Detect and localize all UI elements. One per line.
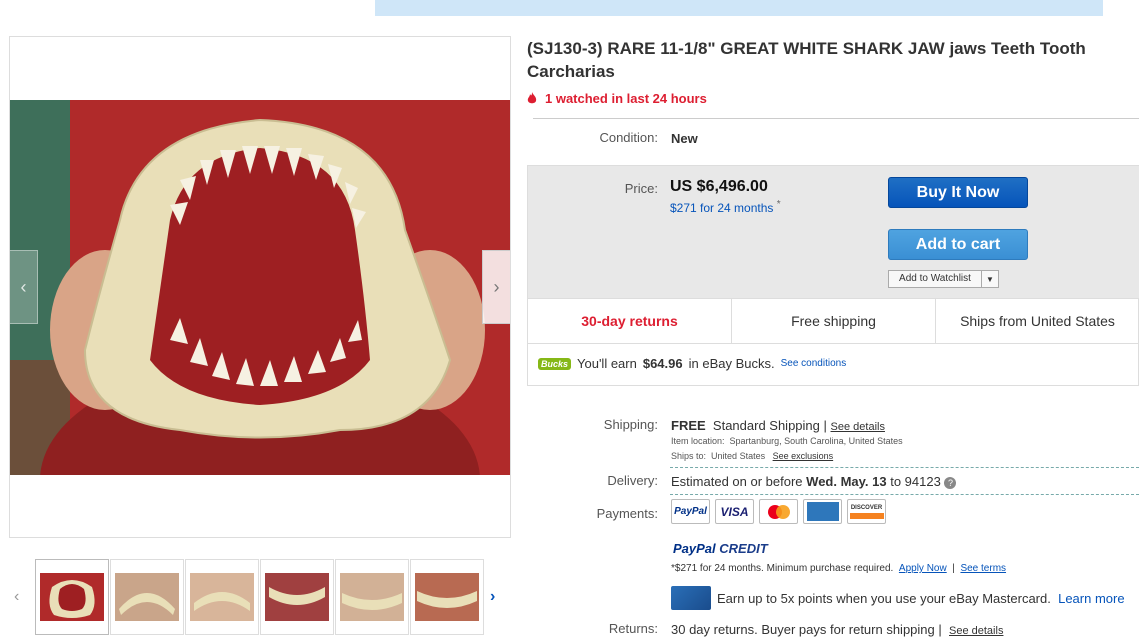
visa-icon: VISA bbox=[715, 499, 754, 524]
amex-icon bbox=[803, 499, 842, 524]
returns-details-link[interactable]: See details bbox=[949, 625, 1003, 637]
returns-label: Returns: bbox=[608, 621, 658, 636]
apply-now-link[interactable]: Apply Now bbox=[899, 563, 947, 574]
thumbnails-next-icon[interactable]: › bbox=[490, 588, 495, 606]
delivery-label: Delivery: bbox=[607, 473, 658, 488]
thumbnails-prev-icon[interactable]: ‹ bbox=[14, 588, 19, 606]
feature-returns: 30-day returns bbox=[528, 299, 732, 343]
price-panel: Price: US $6,496.00 $271 for 24 months *… bbox=[528, 166, 1139, 298]
shipping-label: Shipping: bbox=[603, 417, 658, 432]
paypal-credit-terms: *$271 for 24 months. Minimum purchase re… bbox=[671, 563, 1007, 574]
see-terms-link[interactable]: See terms bbox=[960, 563, 1006, 574]
help-icon[interactable]: ? bbox=[944, 476, 957, 489]
caret-down-icon[interactable]: ▼ bbox=[982, 275, 998, 284]
condition-label: Condition: bbox=[599, 130, 658, 145]
add-to-watchlist-button[interactable]: Add to Watchlist ▼ bbox=[888, 270, 999, 288]
feature-origin: Ships from United States bbox=[960, 313, 1115, 329]
thumbnail[interactable] bbox=[335, 559, 409, 635]
feature-strip: 30-day returns Free shipping Ships from … bbox=[528, 298, 1139, 344]
prev-image-button[interactable]: ‹ bbox=[10, 250, 38, 324]
thumbnail[interactable] bbox=[185, 559, 259, 635]
returns-info: 30 day returns. Buyer pays for return sh… bbox=[671, 622, 1004, 637]
thumbnail-strip: ‹ › bbox=[14, 558, 504, 636]
buy-box: Price: US $6,496.00 $271 for 24 months *… bbox=[527, 165, 1139, 386]
divider bbox=[670, 467, 1139, 468]
ebay-bucks: Bucks You'll earn $64.96 in eBay Bucks. … bbox=[538, 356, 846, 371]
mastercard-promo: Earn up to 5x points when you use your e… bbox=[717, 591, 1125, 606]
main-product-image[interactable] bbox=[10, 100, 510, 475]
divider bbox=[533, 118, 1139, 119]
divider bbox=[670, 494, 1139, 495]
monthly-payment: $271 for 24 months * bbox=[670, 199, 781, 215]
item-location: Item location: Spartanburg, South Caroli… bbox=[671, 436, 903, 446]
top-banner bbox=[375, 0, 1103, 16]
thumbnail[interactable] bbox=[35, 559, 109, 635]
watchlist-label[interactable]: Add to Watchlist bbox=[889, 271, 982, 287]
paypal-icon: PayPal bbox=[671, 499, 710, 524]
condition-value: New bbox=[671, 131, 698, 146]
chevron-right-icon: › bbox=[493, 276, 500, 297]
see-exclusions-link[interactable]: See exclusions bbox=[773, 451, 834, 461]
main-image-panel: ‹ › bbox=[9, 36, 511, 538]
paypal-credit-logo: PayPal CREDIT bbox=[673, 541, 768, 556]
discover-icon: DISCOVER bbox=[847, 499, 886, 524]
next-image-button[interactable]: › bbox=[482, 250, 510, 324]
ships-to: Ships to: United States See exclusions bbox=[671, 451, 834, 461]
ebay-mastercard-icon bbox=[671, 586, 711, 610]
payments-label: Payments: bbox=[596, 506, 658, 521]
add-to-cart-button[interactable]: Add to cart bbox=[888, 229, 1028, 260]
thumbnail[interactable] bbox=[410, 559, 484, 635]
price-label: Price: bbox=[624, 181, 658, 196]
thumbnail[interactable] bbox=[260, 559, 334, 635]
watch-count: 1 watched in last 24 hours bbox=[527, 91, 707, 106]
price-value: US $6,496.00 bbox=[670, 178, 768, 195]
bucks-logo: Bucks bbox=[538, 357, 572, 370]
thumbnail[interactable] bbox=[110, 559, 184, 635]
learn-more-link[interactable]: Learn more bbox=[1058, 591, 1124, 606]
feature-shipping: Free shipping bbox=[732, 299, 936, 343]
buy-it-now-button[interactable]: Buy It Now bbox=[888, 177, 1028, 208]
shipping-info: FREE Standard Shipping | See details bbox=[671, 418, 885, 433]
mastercard-icon bbox=[759, 499, 798, 524]
payment-methods: PayPal VISA DISCOVER bbox=[671, 499, 886, 524]
see-conditions-link[interactable]: See conditions bbox=[781, 358, 847, 369]
flame-icon bbox=[527, 92, 537, 104]
chevron-left-icon: ‹ bbox=[20, 276, 27, 297]
listing-title: (SJ130-3) RARE 11-1/8" GREAT WHITE SHARK… bbox=[527, 39, 1086, 81]
shipping-details-link[interactable]: See details bbox=[831, 421, 885, 433]
delivery-estimate: Estimated on or before Wed. May. 13 to 9… bbox=[671, 474, 957, 489]
